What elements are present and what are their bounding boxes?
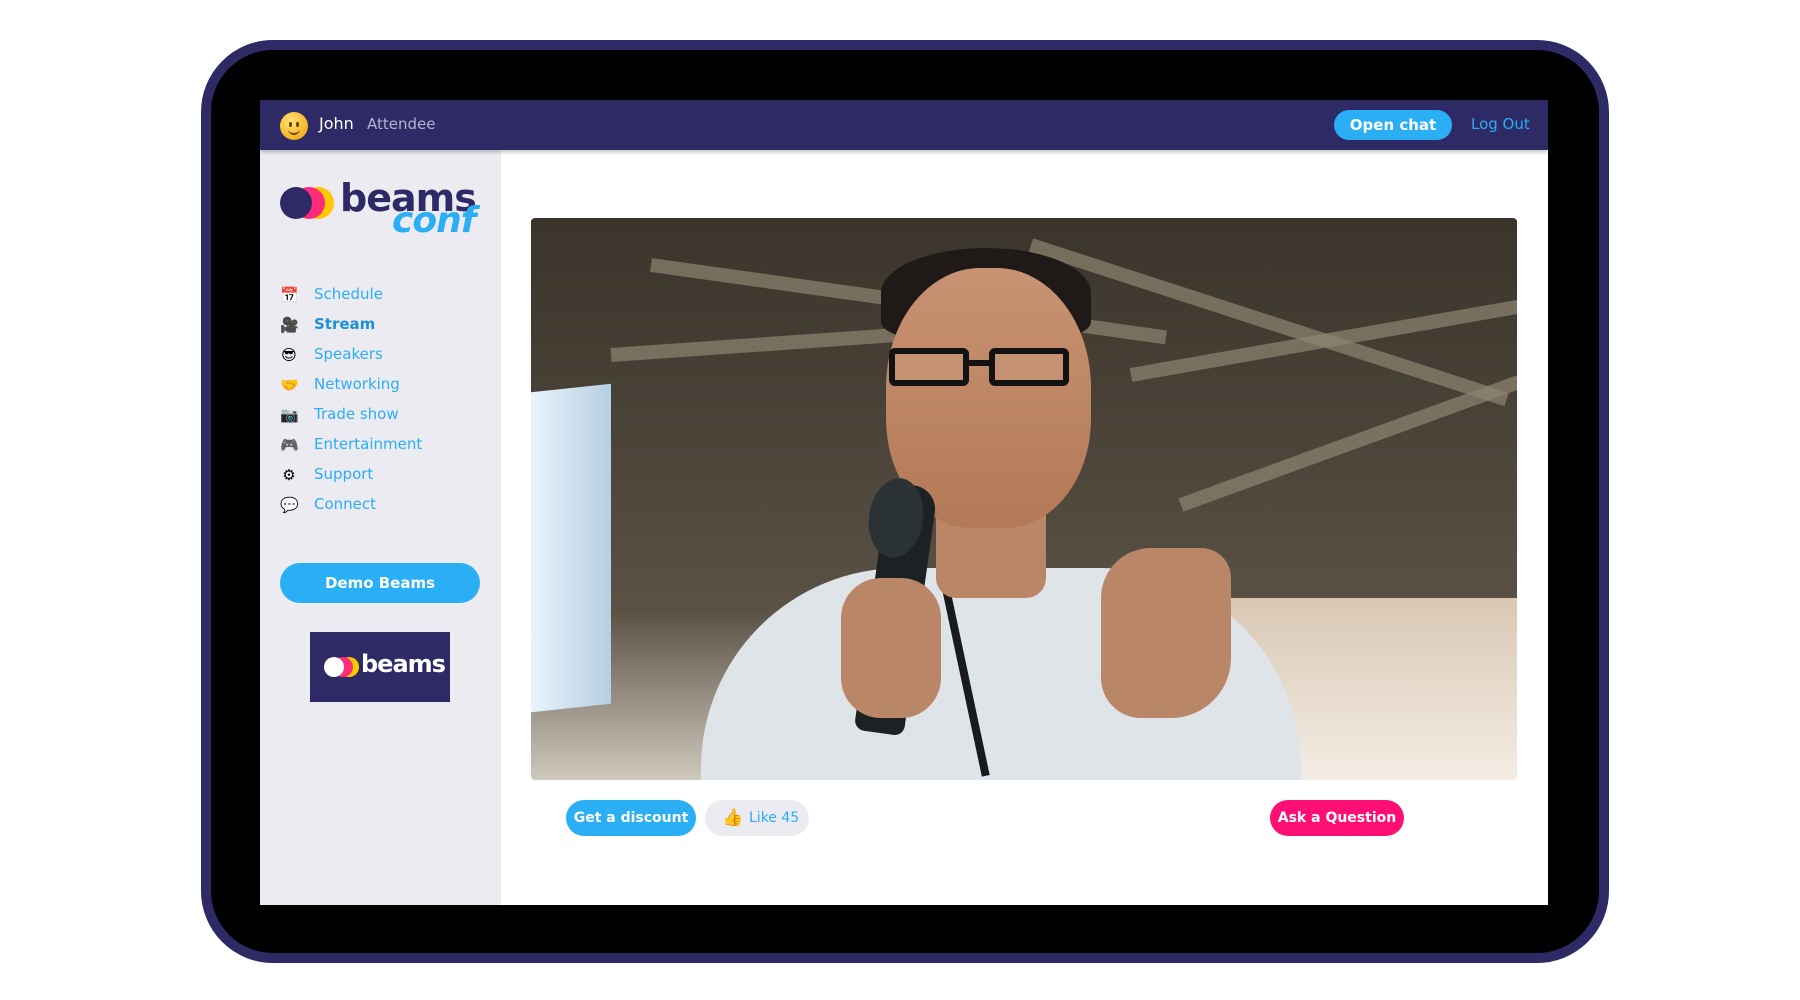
logout-link[interactable]: Log Out <box>1471 115 1530 133</box>
sunglasses-face-icon: 😎 <box>281 346 297 364</box>
sidebar-item-label: Support <box>314 465 374 483</box>
open-chat-button[interactable]: Open chat <box>1334 110 1452 140</box>
camera-icon: 📷 <box>280 406 299 424</box>
sidebar-item-label: Speakers <box>314 345 383 363</box>
smiley-avatar-icon <box>280 112 308 140</box>
app-screen: John Attendee Open chat Log Out beams co… <box>260 100 1548 905</box>
user-role: Attendee <box>367 115 436 133</box>
sidebar-item-label: Trade show <box>314 405 399 423</box>
user-name: John <box>319 114 354 133</box>
badge-text: beams <box>361 650 446 678</box>
sidebar-item-label: Connect <box>314 495 377 513</box>
sidebar-item-label: Stream <box>314 315 376 333</box>
like-button[interactable]: 👍 Like 45 <box>705 800 809 836</box>
speaker-figure <box>701 248 1301 780</box>
beams-sponsor-badge[interactable]: beams <box>310 632 450 702</box>
sidebar-item-label: Entertainment <box>314 435 423 453</box>
like-label: Like 45 <box>749 810 800 826</box>
gamepad-icon: 🎮 <box>280 436 299 454</box>
projector-screen <box>531 383 611 713</box>
handshake-icon: 🤝 <box>280 376 299 394</box>
top-bar: John Attendee Open chat Log Out <box>260 100 1548 150</box>
ask-question-button[interactable]: Ask a Question <box>1270 800 1404 836</box>
sidebar: beams conf 📅 Schedule 🎥 Stream 😎 Speaker… <box>260 150 501 905</box>
sidebar-item-label: Schedule <box>314 285 383 303</box>
get-discount-button[interactable]: Get a discount <box>566 800 696 836</box>
demo-beams-button[interactable]: Demo Beams <box>280 563 480 603</box>
beams-conf-logo[interactable]: beams conf <box>280 176 477 242</box>
sidebar-item-label: Networking <box>314 375 400 393</box>
gear-icon: ⚙ <box>282 466 296 484</box>
logo-word-conf: conf <box>392 200 476 241</box>
thumbs-up-icon: 👍 <box>722 808 744 828</box>
speech-bubble-icon: 💬 <box>280 496 299 514</box>
stream-video[interactable] <box>531 218 1517 780</box>
calendar-icon: 📅 <box>280 286 299 304</box>
video-camera-icon: 🎥 <box>280 316 299 334</box>
